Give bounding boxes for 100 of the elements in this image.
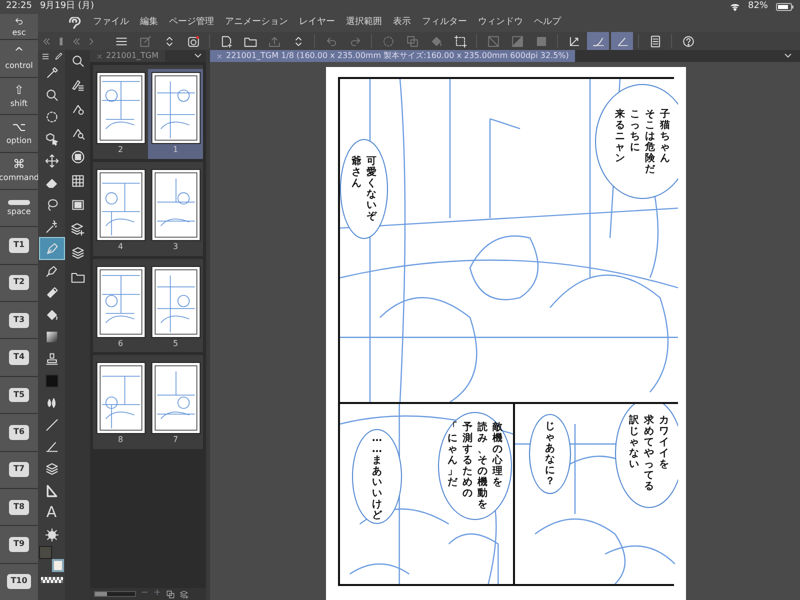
page-number: 2 xyxy=(118,146,124,155)
shortcut-key[interactable]: T10 xyxy=(0,564,38,600)
close-icon xyxy=(96,52,103,60)
shortcut-key[interactable]: T2 xyxy=(0,264,38,302)
page-number: 8 xyxy=(118,436,124,446)
layer-search-icon[interactable] xyxy=(70,126,84,140)
double-chevron-left-icon[interactable] xyxy=(71,36,82,46)
eyedropper-icon xyxy=(44,66,58,80)
menu-item[interactable]: 編集 xyxy=(140,18,158,28)
dialogue-text: 訳じゃない 求めてやってる カワイイを xyxy=(628,414,670,494)
grid-icon[interactable] xyxy=(70,174,84,188)
shortcut-key[interactable]: T5 xyxy=(0,376,38,414)
layers-icon xyxy=(44,462,58,476)
layers-plus-icon[interactable] xyxy=(180,590,190,598)
battery-percent: 82% xyxy=(748,2,768,12)
menu-item[interactable]: 選択範囲 xyxy=(346,18,382,28)
ruler-snap-icon xyxy=(568,34,580,48)
menu-item[interactable]: 表示 xyxy=(393,18,411,28)
esc-key[interactable]: esc xyxy=(0,14,38,40)
menu-item[interactable]: フィルター xyxy=(422,18,467,28)
panel-tab[interactable]: 221001_TGM xyxy=(90,50,165,62)
dialogue-text: じゃあなに？ xyxy=(544,420,556,489)
marker-icon xyxy=(44,286,58,300)
modifier-key[interactable]: ⌥ option xyxy=(0,115,38,152)
page-cell[interactable]: 8 xyxy=(93,359,148,450)
page-cell[interactable]: 5 xyxy=(148,262,203,352)
text-tool-button[interactable]: A xyxy=(40,502,64,523)
dialogue-text: 来るニャン こっちに そこは危険だ 子猫ちゃん xyxy=(614,108,671,176)
shortcut-key[interactable]: T6 xyxy=(0,414,38,451)
copy-icon[interactable] xyxy=(166,590,176,598)
stamp-icon xyxy=(44,352,58,366)
clock-time: 22:25 xyxy=(6,2,32,12)
close-icon xyxy=(216,52,223,60)
menu-item[interactable]: ウィンドウ xyxy=(478,18,523,28)
new-page-icon xyxy=(220,34,232,48)
shortcut-key[interactable]: T4 xyxy=(0,339,38,376)
page-cell[interactable]: 6 xyxy=(93,262,148,352)
fill-bucket-icon xyxy=(430,34,442,48)
gradient-square-icon xyxy=(44,330,58,344)
main-color-swatch[interactable] xyxy=(38,546,52,559)
list-icon[interactable] xyxy=(40,52,50,61)
menu-item[interactable]: ヘルプ xyxy=(534,18,561,28)
space-key[interactable]: space xyxy=(0,190,38,226)
crop-icon xyxy=(454,34,466,48)
move-arrows-icon xyxy=(44,154,58,168)
magnifier-icon[interactable] xyxy=(70,54,84,68)
folder-icon[interactable] xyxy=(70,270,84,284)
layers-icon[interactable] xyxy=(70,246,84,260)
half-square-icon xyxy=(510,34,524,48)
ruler-pen-icon xyxy=(44,440,58,454)
shortcut-key[interactable]: T9 xyxy=(0,526,38,563)
modifier-key[interactable]: ⇧ shift xyxy=(0,78,38,114)
page-cell[interactable]: 1 xyxy=(148,69,203,159)
help-icon xyxy=(682,34,694,48)
app-logo-icon[interactable] xyxy=(68,17,82,29)
line-icon xyxy=(44,418,58,432)
page-number: 1 xyxy=(172,146,178,155)
sunburst-icon xyxy=(44,528,58,542)
page-cell[interactable]: 2 xyxy=(93,69,148,159)
thumbnail-size-slider[interactable] xyxy=(94,591,136,597)
battery-icon xyxy=(776,3,794,11)
page-cell[interactable]: 3 xyxy=(148,166,203,256)
transparent-color-swatch[interactable] xyxy=(40,577,62,583)
shortcut-key[interactable]: T3 xyxy=(0,302,38,338)
page-number: 7 xyxy=(172,436,178,446)
pencil-icon[interactable] xyxy=(54,52,62,61)
menu-item[interactable]: レイヤー xyxy=(299,18,335,28)
drops-icon xyxy=(44,396,58,410)
menu-item[interactable]: ファイル xyxy=(93,18,129,28)
document-icon xyxy=(648,34,662,48)
layer-properties-icon[interactable] xyxy=(70,78,84,92)
chevron-down-icon[interactable] xyxy=(784,53,792,59)
menu-item[interactable]: ページ管理 xyxy=(169,18,214,28)
shortcut-key[interactable]: T7 xyxy=(0,452,38,488)
double-chevron-left-icon[interactable] xyxy=(41,36,52,46)
space-bar-icon xyxy=(8,200,30,205)
chevron-down-icon[interactable] xyxy=(194,53,202,59)
pen-icon xyxy=(44,242,58,256)
page-cell[interactable]: 4 xyxy=(93,166,148,256)
dialogue-text: ……まあいいけど xyxy=(371,432,383,522)
layers-plus-icon[interactable] xyxy=(70,222,84,236)
menu-item[interactable]: アニメーション xyxy=(225,18,288,28)
angle-snap-button[interactable] xyxy=(611,32,633,50)
modifier-key[interactable]: ^ control xyxy=(0,40,38,77)
magnifier-icon xyxy=(44,88,58,102)
sub-color-swatch[interactable] xyxy=(52,559,64,572)
curve-snap-button[interactable] xyxy=(587,32,609,50)
page-number: 6 xyxy=(118,340,124,348)
copy-icon xyxy=(406,34,418,48)
shortcut-key[interactable]: T8 xyxy=(0,488,38,526)
layer-gear-icon[interactable] xyxy=(70,102,84,116)
dashed-circle-icon xyxy=(382,34,394,48)
page-cell[interactable]: 7 xyxy=(148,359,203,450)
page-number: 4 xyxy=(118,242,124,252)
sparkle-icon xyxy=(44,220,58,234)
film-icon[interactable] xyxy=(70,198,84,212)
shortcut-key[interactable]: T1 xyxy=(0,227,38,264)
cube-cursor-icon xyxy=(44,132,58,146)
dashed-circle-icon xyxy=(44,110,58,124)
wifi-icon xyxy=(730,3,740,11)
